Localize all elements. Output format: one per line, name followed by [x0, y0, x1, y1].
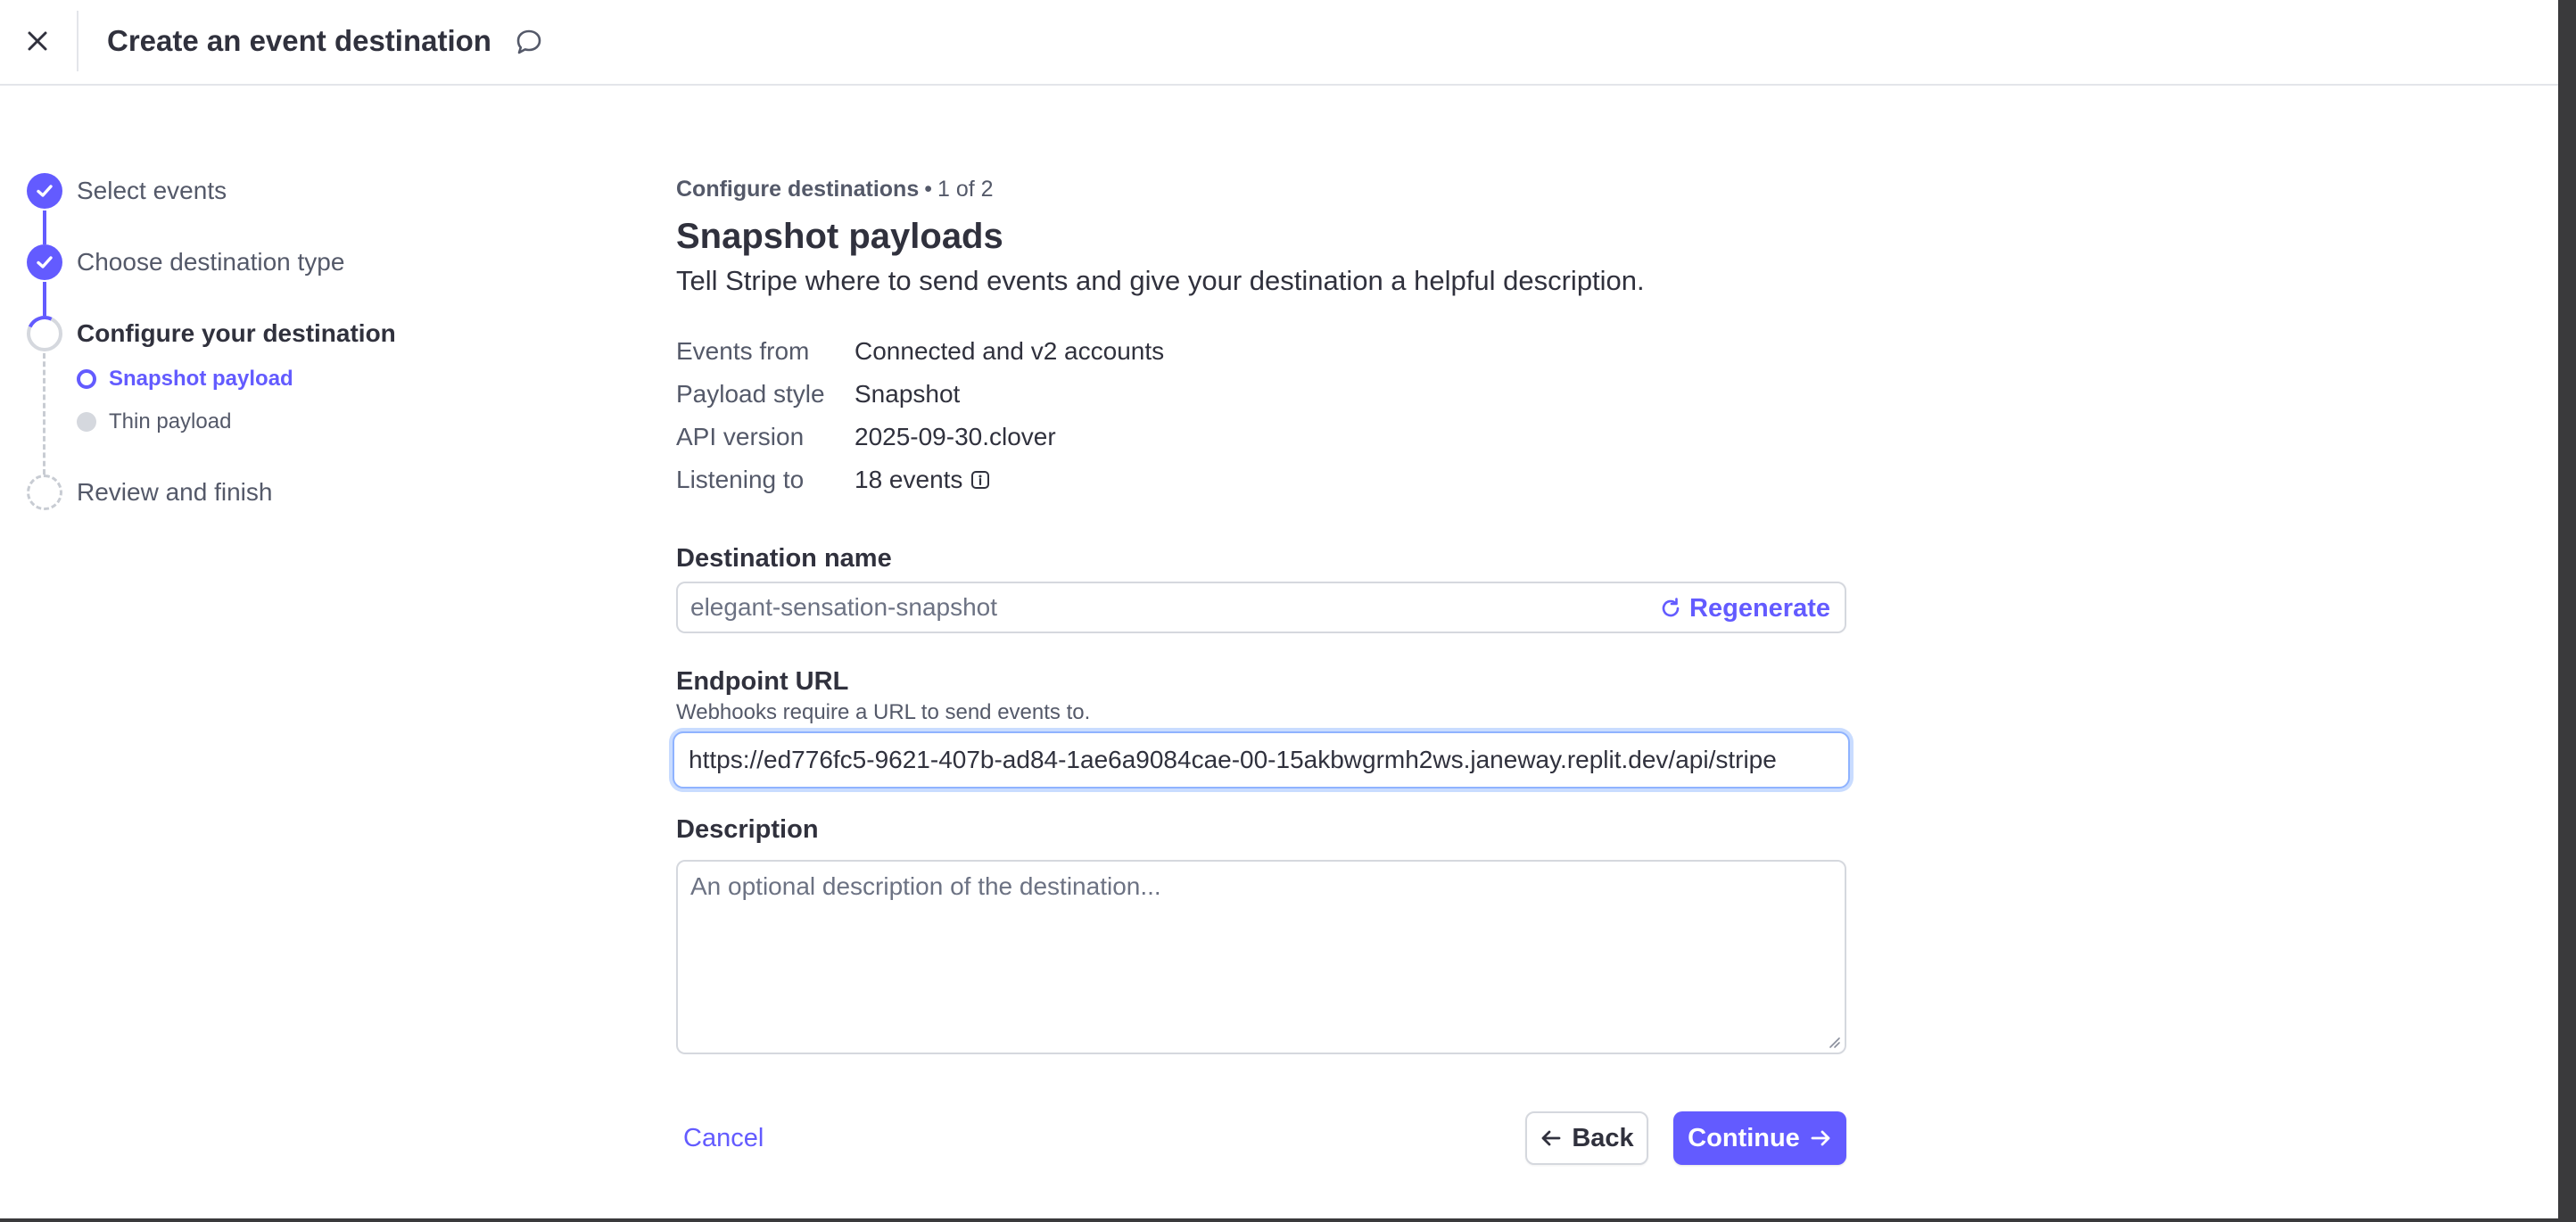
- step-select-events[interactable]: Select events: [77, 176, 227, 206]
- detail-label: Events from: [676, 337, 810, 365]
- header-divider: [77, 11, 78, 71]
- substep-thin-payload: Thin payload: [109, 409, 232, 433]
- detail-label: Payload style: [676, 380, 825, 408]
- detail-value: Snapshot: [855, 380, 961, 408]
- feedback-button[interactable]: [512, 25, 546, 59]
- destination-name-label: Destination name: [676, 544, 892, 573]
- close-button[interactable]: [20, 23, 55, 59]
- destination-name-field: Regenerate: [676, 582, 1846, 633]
- refresh-icon: [1662, 598, 1680, 617]
- continue-button[interactable]: Continue: [1673, 1111, 1846, 1165]
- destination-name-input[interactable]: [690, 583, 1582, 632]
- step-connector-dashed: [43, 353, 45, 475]
- back-button[interactable]: Back: [1525, 1111, 1648, 1165]
- header: Create an event destination: [0, 0, 2558, 86]
- breadcrumb: Configure destinations • 1 of 2: [676, 175, 994, 203]
- endpoint-url-help: Webhooks require a URL to send events to…: [676, 700, 1091, 724]
- page-subtitle: Tell Stripe where to send events and giv…: [676, 265, 1645, 296]
- step-review-and-finish: Review and finish: [77, 478, 273, 506]
- step-progress-arc: [21, 310, 68, 357]
- continue-label: Continue: [1688, 1123, 1800, 1152]
- step-choose-destination-type[interactable]: Choose destination type: [77, 247, 344, 277]
- close-icon: [28, 31, 47, 51]
- detail-label: Listening to: [676, 466, 805, 493]
- breadcrumb-separator: •: [924, 177, 932, 202]
- back-label: Back: [1572, 1123, 1634, 1152]
- arrow-right-icon: [1811, 1130, 1830, 1146]
- window-edge: [2558, 0, 2576, 1222]
- cancel-button[interactable]: Cancel: [683, 1122, 764, 1154]
- description-textarea[interactable]: [690, 872, 1823, 1042]
- substep-snapshot-payload: Snapshot payload: [109, 367, 293, 391]
- regenerate-label: Regenerate: [1689, 593, 1830, 623]
- step-connector: [43, 211, 46, 244]
- detail-value: 2025-09-30.clover: [855, 423, 1056, 450]
- speech-bubble-icon: [516, 29, 541, 54]
- window-edge: [0, 1218, 2558, 1222]
- regenerate-button[interactable]: Regenerate: [1659, 592, 1830, 624]
- substep-current-dot: [77, 369, 96, 389]
- step-complete-check-icon: [27, 173, 62, 209]
- description-label: Description: [676, 815, 819, 844]
- info-icon[interactable]: [970, 470, 990, 490]
- page-header-title: Create an event destination: [107, 24, 491, 57]
- step-configure-destination: Configure your destination: [77, 319, 396, 347]
- arrow-left-icon: [1541, 1130, 1561, 1146]
- breadcrumb-step-count: 1 of 2: [937, 177, 994, 202]
- endpoint-url-input[interactable]: [689, 735, 1839, 785]
- progress-stepper: Select events Choose destination type Co…: [0, 161, 535, 535]
- step-connector: [43, 282, 46, 316]
- substep-upcoming-dot: [77, 412, 96, 432]
- detail-value: 18 events: [855, 466, 963, 493]
- detail-row-listening-to: Listening to 18 events: [676, 464, 1390, 496]
- resize-grip-icon[interactable]: [1827, 1035, 1841, 1049]
- detail-label: API version: [676, 423, 805, 450]
- step-upcoming-ring-icon: [27, 475, 62, 510]
- page-title: Snapshot payloads: [676, 217, 1003, 256]
- detail-value: Connected and v2 accounts: [855, 337, 1165, 365]
- step-complete-check-icon: [27, 244, 62, 280]
- description-field: [676, 860, 1846, 1054]
- endpoint-url-label: Endpoint URL: [676, 667, 849, 696]
- breadcrumb-section: Configure destinations: [676, 177, 920, 202]
- endpoint-url-field: [673, 731, 1850, 789]
- app-window: Create an event destination Select event…: [0, 0, 2558, 1218]
